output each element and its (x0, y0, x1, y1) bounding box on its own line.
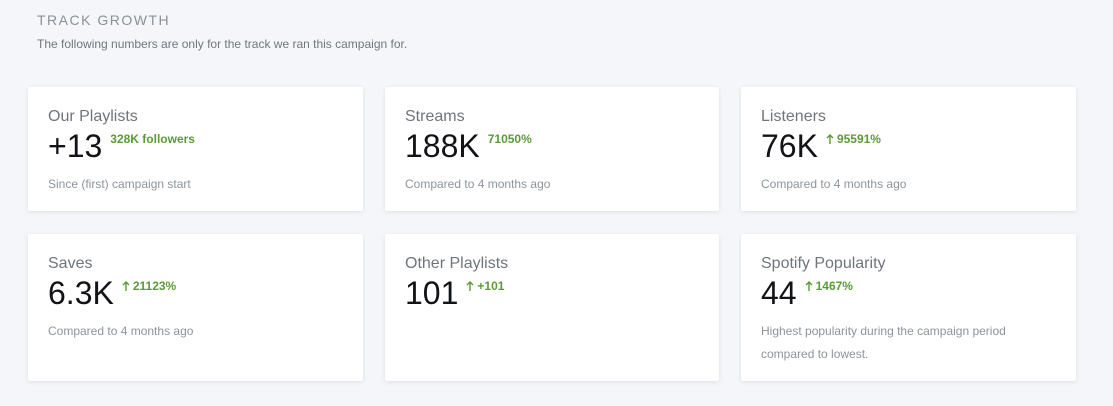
card-note: Compared to 4 months ago (405, 177, 551, 191)
stat-value: 76K (761, 128, 818, 164)
card-label: Our Playlists (48, 108, 138, 125)
change-text: 328K followers (110, 132, 195, 146)
value-row: 6.3K 21123% (48, 275, 343, 311)
value-row: 188K 71050% (405, 128, 699, 164)
stat-value: 44 (761, 275, 797, 311)
stat-card-spotify-popularity: Spotify Popularity 44 1467% Highest popu… (741, 234, 1076, 381)
stat-change: 71050% (488, 132, 532, 146)
card-label: Spotify Popularity (761, 255, 886, 272)
card-note: Compared to 4 months ago (761, 177, 907, 191)
stat-value: +13 (48, 128, 103, 164)
stat-card-listeners: Listeners 76K 95591% Compared to 4 month… (741, 87, 1076, 211)
stat-card-saves: Saves 6.3K 21123% Compared to 4 months a… (28, 234, 363, 381)
arrow-up-icon (805, 280, 813, 292)
card-label: Streams (405, 108, 465, 125)
card-note: Highest popularity during the campaign p… (761, 324, 1006, 361)
value-row: +13 328K followers (48, 128, 343, 164)
arrow-up-icon (466, 280, 474, 292)
value-row: 101 +101 (405, 275, 699, 311)
stat-value: 101 (405, 275, 459, 311)
stat-value: 6.3K (48, 275, 114, 311)
value-row: 44 1467% (761, 275, 1056, 311)
stat-change: 328K followers (110, 132, 195, 146)
change-text: 21123% (132, 279, 177, 293)
stat-value: 188K (405, 128, 480, 164)
stat-card-streams: Streams 188K 71050% Compared to 4 months… (385, 87, 719, 211)
card-label: Other Playlists (405, 255, 509, 272)
card-label: Listeners (761, 108, 826, 125)
change-text: 95591% (836, 132, 881, 146)
stat-change: 1467% (805, 279, 853, 293)
stat-card-other-playlists: Other Playlists 101 +101 (385, 234, 719, 381)
arrow-up-icon (122, 280, 130, 292)
arrow-up-icon (826, 133, 834, 145)
stat-card-our-playlists: Our Playlists +13 328K followers Since (… (28, 87, 363, 211)
change-text: 71050% (487, 132, 532, 146)
section-subtitle: The following numbers are only for the t… (37, 37, 408, 51)
card-label: Saves (48, 255, 93, 272)
stat-change: 95591% (826, 132, 881, 146)
card-note: Compared to 4 months ago (48, 324, 194, 338)
change-text: +101 (477, 279, 505, 293)
stat-change: 21123% (122, 279, 176, 293)
card-note: Since (first) campaign start (48, 177, 191, 191)
section-title: TRACK GROWTH (37, 12, 171, 28)
value-row: 76K 95591% (761, 128, 1056, 164)
change-text: 1467% (815, 279, 853, 293)
stat-change: +101 (466, 279, 504, 293)
